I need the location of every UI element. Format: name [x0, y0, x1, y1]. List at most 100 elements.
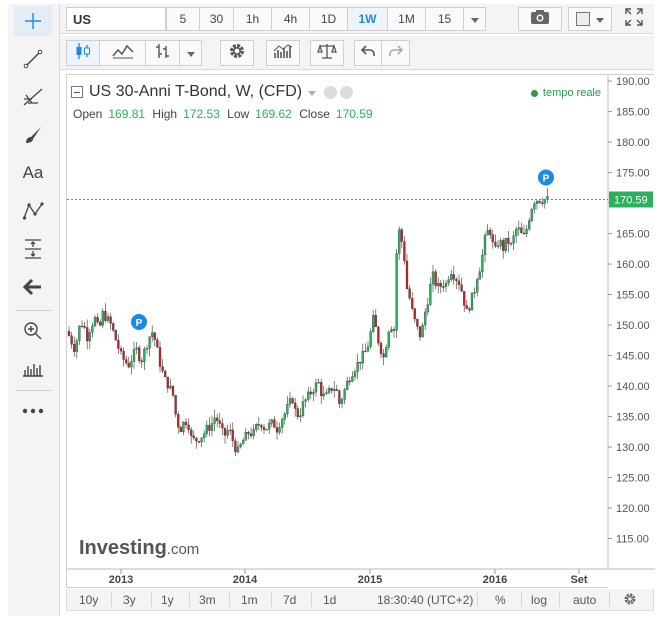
divider: [477, 592, 478, 607]
price-tick-label: 185.00: [616, 107, 650, 119]
interval-4h[interactable]: 4h: [272, 7, 310, 31]
candle-body: [411, 298, 414, 309]
price-tick-label: 150.00: [616, 320, 650, 332]
interval-dropdown[interactable]: [464, 7, 486, 31]
candle-body: [333, 389, 336, 391]
candle-body: [164, 370, 167, 378]
range-1y[interactable]: 1y: [161, 593, 174, 607]
time-tick-label: 2013: [109, 574, 133, 586]
candle-body: [156, 339, 159, 348]
candle-body: [70, 335, 73, 345]
bottom-bar: 10y 3y 1y 3m 1m 7d 1d 18:30:40 (UTC+2) %…: [66, 589, 654, 611]
fib-tool[interactable]: [14, 82, 52, 112]
text-icon: Aa: [22, 163, 44, 182]
remove-drawings-button[interactable]: [14, 272, 52, 302]
candle-body: [247, 432, 250, 434]
candle-body: [320, 382, 323, 397]
indicators-button[interactable]: [266, 40, 300, 66]
candle-body: [424, 311, 427, 326]
candle-body: [408, 288, 411, 299]
candle-body: [361, 350, 364, 364]
redo-button[interactable]: [382, 40, 410, 66]
candle-body: [457, 280, 461, 286]
eye-icon[interactable]: [324, 85, 338, 99]
price-tick-label: 165.00: [616, 229, 650, 241]
event-marker-label: P: [543, 173, 550, 184]
symbol-search-input[interactable]: [66, 7, 166, 31]
candle-body: [465, 305, 468, 309]
candle-body: [75, 340, 78, 352]
range-1m[interactable]: 1m: [241, 593, 258, 607]
candle-body: [450, 274, 453, 280]
collapse-legend-icon[interactable]: [71, 86, 83, 98]
candle-body: [374, 315, 377, 328]
chart-properties-button[interactable]: [623, 592, 637, 609]
price-tick-label: 135.00: [616, 412, 650, 424]
chevron-down-icon[interactable]: [308, 83, 317, 101]
candle-body: [106, 316, 110, 321]
range-10y[interactable]: 10y: [79, 593, 98, 607]
measure-tool[interactable]: [14, 234, 52, 264]
compare-button[interactable]: [310, 40, 344, 66]
range-1d[interactable]: 1d: [323, 593, 336, 607]
pattern-tool[interactable]: [14, 196, 52, 226]
interval-1m[interactable]: 1M: [388, 7, 426, 31]
candle-body: [338, 390, 341, 404]
candle-body: [151, 332, 154, 338]
instrument-title: US 30-Anni T-Bond, W, (CFD): [89, 83, 303, 100]
trendline-tool[interactable]: [14, 44, 52, 74]
candle-body: [99, 321, 102, 326]
divider: [559, 592, 560, 607]
candle-body: [439, 283, 442, 287]
interval-1h[interactable]: 1h: [234, 7, 272, 31]
gear-icon[interactable]: [340, 85, 354, 99]
bars-button[interactable]: [146, 40, 180, 66]
brush-tool[interactable]: [14, 120, 52, 150]
chart-settings-dropdown[interactable]: [568, 7, 612, 31]
chart-type-dropdown[interactable]: [180, 40, 202, 66]
log-toggle[interactable]: log: [531, 593, 547, 607]
range-7d[interactable]: 7d: [283, 593, 296, 607]
candle-body: [476, 279, 479, 293]
ruler-tool[interactable]: [14, 354, 52, 384]
top-toolbar: 5 30 1h 4h 1D 1W 1M 15: [60, 4, 654, 34]
candles-button[interactable]: [66, 40, 100, 66]
close-label: Close: [299, 107, 330, 121]
auto-toggle[interactable]: auto: [573, 593, 596, 607]
percent-toggle[interactable]: %: [495, 593, 506, 607]
interval-1w[interactable]: 1W: [348, 7, 388, 31]
price-chart[interactable]: 190.00185.00180.00175.00170.00165.00160.…: [67, 75, 655, 589]
candle-body: [265, 429, 268, 431]
undo-button[interactable]: [354, 40, 382, 66]
interval-30[interactable]: 30: [200, 7, 234, 31]
candle-body: [174, 395, 177, 415]
candle-body: [242, 440, 245, 445]
zoom-tool[interactable]: [14, 316, 52, 346]
settings-button[interactable]: [220, 40, 254, 66]
open-label: Open: [73, 107, 103, 121]
price-tick-label: 125.00: [616, 473, 650, 485]
candle-body: [177, 414, 180, 428]
candle-body: [93, 317, 97, 327]
fullscreen-button[interactable]: [620, 7, 648, 31]
crosshair-tool[interactable]: [14, 6, 52, 36]
interval-5[interactable]: 5: [166, 7, 200, 31]
line-chart-button[interactable]: [100, 40, 146, 66]
crosshair-icon: [24, 12, 42, 30]
candle-body: [208, 424, 211, 431]
interval-15[interactable]: 15: [426, 7, 464, 31]
candle-body: [192, 435, 195, 439]
price-tick-label: 140.00: [616, 381, 650, 393]
range-3m[interactable]: 3m: [199, 593, 216, 607]
interval-1d[interactable]: 1D: [310, 7, 348, 31]
screenshot-button[interactable]: [518, 7, 562, 31]
range-3y[interactable]: 3y: [123, 593, 136, 607]
chevron-down-icon: [186, 44, 195, 62]
candle-body: [359, 361, 362, 364]
candle-body: [109, 316, 112, 324]
more-tools-button[interactable]: [14, 396, 52, 426]
text-tool[interactable]: Aa: [14, 158, 52, 188]
chart-area[interactable]: 190.00185.00180.00175.00170.00165.00160.…: [66, 74, 655, 589]
candle-body: [379, 342, 383, 354]
candle-body: [286, 404, 289, 415]
